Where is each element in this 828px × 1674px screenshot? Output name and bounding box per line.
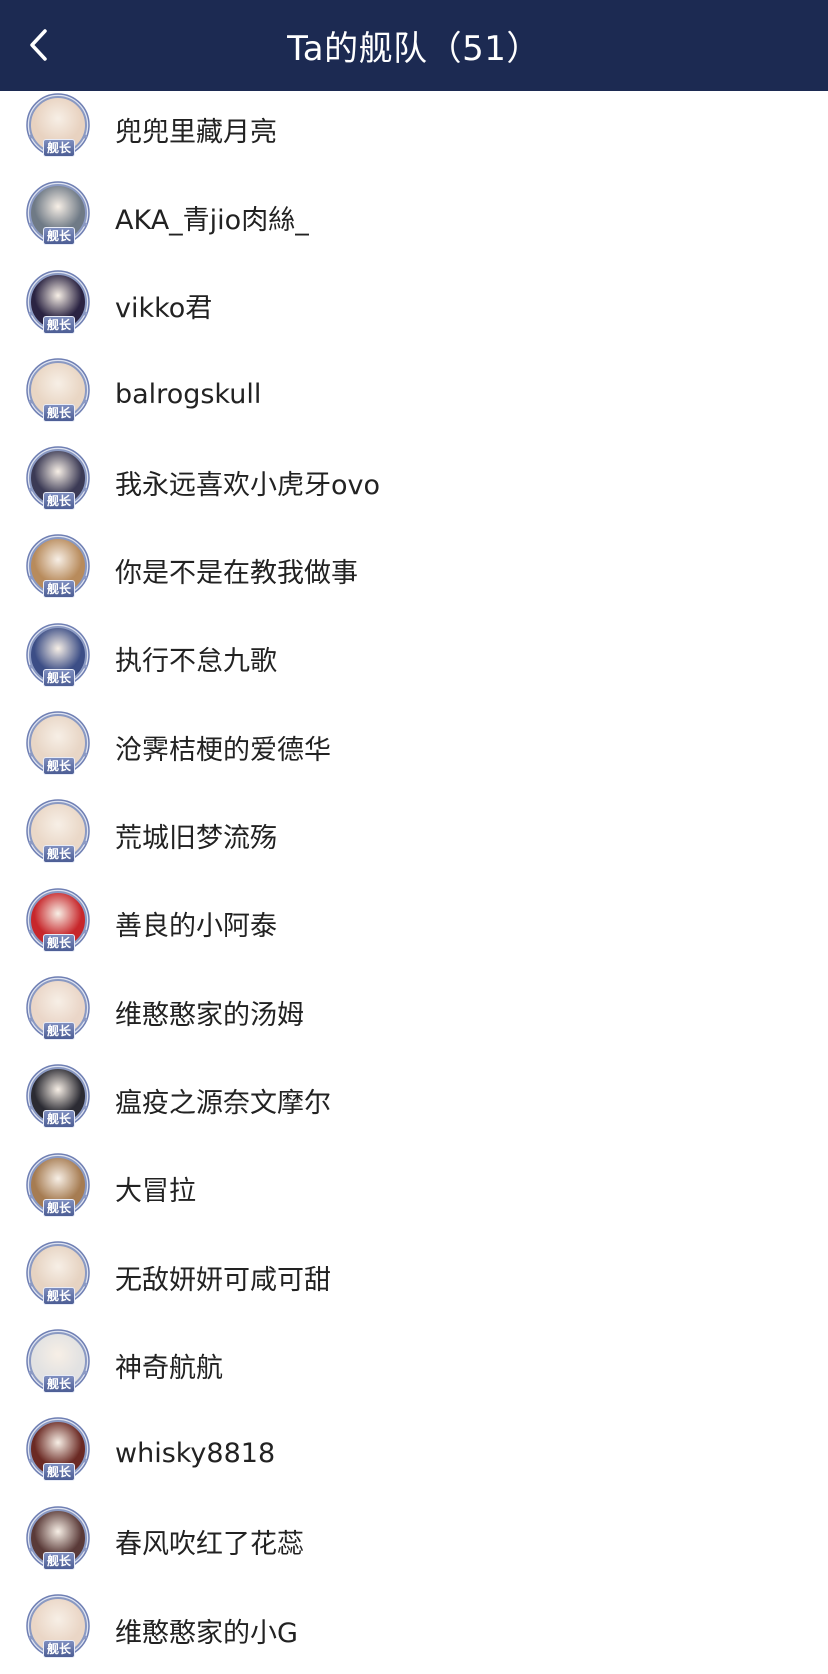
- captain-badge: 舰长: [43, 1551, 75, 1570]
- captain-badge: 舰长: [43, 1375, 75, 1394]
- avatar[interactable]: 舰长: [26, 711, 92, 777]
- member-row[interactable]: 舰长 神奇航航: [0, 1321, 828, 1409]
- captain-badge: 舰长: [43, 315, 75, 334]
- avatar[interactable]: 舰长: [26, 799, 92, 865]
- avatar[interactable]: 舰长: [26, 1152, 92, 1219]
- member-row[interactable]: 舰长 维憨憨家的汤姆: [0, 968, 828, 1056]
- member-row[interactable]: 舰长 我永远喜欢小虎牙ovo: [0, 438, 828, 526]
- captain-badge: 舰长: [43, 1110, 75, 1129]
- member-row[interactable]: 舰长 vikko君: [0, 262, 828, 350]
- avatar[interactable]: 舰长: [26, 976, 92, 1042]
- top-nav-bar: Ta的舰队（51）: [0, 0, 828, 91]
- member-name: 沧霁桔梗的爱德华: [115, 734, 331, 766]
- page-title: Ta的舰队（51）: [287, 29, 541, 69]
- captain-badge: 舰长: [43, 492, 75, 511]
- avatar[interactable]: 舰长: [26, 1329, 92, 1395]
- member-name: 兜兜里藏月亮: [115, 116, 277, 148]
- avatar[interactable]: 舰长: [26, 181, 92, 247]
- member-row[interactable]: 舰长 沧霁桔梗的爱德华: [0, 703, 828, 791]
- member-row[interactable]: 舰长 AKA_青jio肉絲_: [0, 173, 828, 261]
- member-row[interactable]: 舰长 维憨憨家的小G: [0, 1586, 828, 1674]
- captain-badge: 舰长: [43, 1463, 75, 1482]
- captain-badge: 舰长: [43, 1198, 75, 1217]
- avatar[interactable]: 舰长: [26, 623, 92, 689]
- member-name: 瘟疫之源奈文摩尔: [115, 1087, 331, 1119]
- avatar[interactable]: 舰长: [26, 1506, 92, 1572]
- member-row[interactable]: 舰长 你是不是在教我做事: [0, 526, 828, 614]
- member-row[interactable]: 舰长 善良的小阿泰: [0, 880, 828, 968]
- captain-badge: 舰长: [43, 757, 75, 776]
- member-name: 善良的小阿泰: [115, 911, 277, 943]
- member-name: 荒城旧梦流殇: [115, 823, 277, 855]
- member-name: 执行不怠九歌: [115, 646, 277, 678]
- captain-badge: 舰长: [43, 139, 75, 157]
- captain-badge: 舰长: [43, 845, 75, 864]
- avatar[interactable]: 舰长: [26, 1064, 92, 1130]
- avatar[interactable]: 舰长: [26, 1417, 92, 1483]
- avatar[interactable]: 舰长: [26, 887, 92, 954]
- member-name: whisky8818: [115, 1438, 276, 1470]
- member-name: 我永远喜欢小虎牙ovo: [115, 469, 381, 501]
- captain-badge: 舰长: [43, 1286, 75, 1305]
- member-row[interactable]: 舰长 执行不怠九歌: [0, 615, 828, 703]
- member-name: 春风吹红了花蕊: [115, 1529, 304, 1561]
- member-row[interactable]: 舰长 瘟疫之源奈文摩尔: [0, 1056, 828, 1144]
- member-row[interactable]: 舰长 whisky8818: [0, 1409, 828, 1497]
- member-name: 无敌妍妍可咸可甜: [115, 1264, 331, 1296]
- member-name: 大冒拉: [115, 1176, 196, 1208]
- captain-badge: 舰长: [43, 403, 75, 422]
- avatar[interactable]: 舰长: [26, 534, 92, 600]
- member-row[interactable]: 舰长 荒城旧梦流殇: [0, 791, 828, 879]
- member-name: AKA_青jio肉絲_: [115, 204, 309, 236]
- member-row[interactable]: 舰长 大冒拉: [0, 1145, 828, 1233]
- member-row[interactable]: 舰长 春风吹红了花蕊: [0, 1498, 828, 1586]
- captain-badge: 舰长: [43, 1640, 75, 1659]
- member-name: 你是不是在教我做事: [115, 558, 358, 590]
- avatar[interactable]: 舰长: [26, 1594, 92, 1660]
- avatar[interactable]: 舰长: [26, 446, 92, 512]
- captain-badge: 舰长: [43, 668, 75, 687]
- captain-badge: 舰长: [43, 580, 75, 599]
- member-name: 维憨憨家的小G: [115, 1617, 298, 1649]
- member-name: balrogskull: [115, 378, 262, 410]
- captain-badge: 舰长: [43, 933, 75, 952]
- member-row[interactable]: 舰长 无敌妍妍可咸可甜: [0, 1233, 828, 1321]
- member-row[interactable]: 舰长 兜兜里藏月亮: [0, 85, 828, 173]
- member-row[interactable]: 舰长 balrogskull: [0, 350, 828, 438]
- back-button[interactable]: [14, 20, 64, 70]
- captain-badge: 舰长: [43, 1021, 75, 1040]
- avatar[interactable]: 舰长: [26, 93, 92, 159]
- avatar[interactable]: 舰长: [26, 1241, 92, 1307]
- fleet-member-list: 舰长 兜兜里藏月亮 舰长 AKA_青jio肉絲_ 舰长 vikko君 舰长 balrogsku…: [0, 85, 828, 1674]
- chevron-left-icon: [30, 29, 47, 61]
- member-name: 维憨憨家的汤姆: [115, 999, 304, 1031]
- avatar[interactable]: 舰长: [26, 269, 92, 336]
- member-name: 神奇航航: [115, 1352, 223, 1384]
- captain-badge: 舰长: [43, 227, 75, 246]
- member-name: vikko君: [115, 293, 213, 325]
- avatar[interactable]: 舰长: [26, 358, 92, 424]
